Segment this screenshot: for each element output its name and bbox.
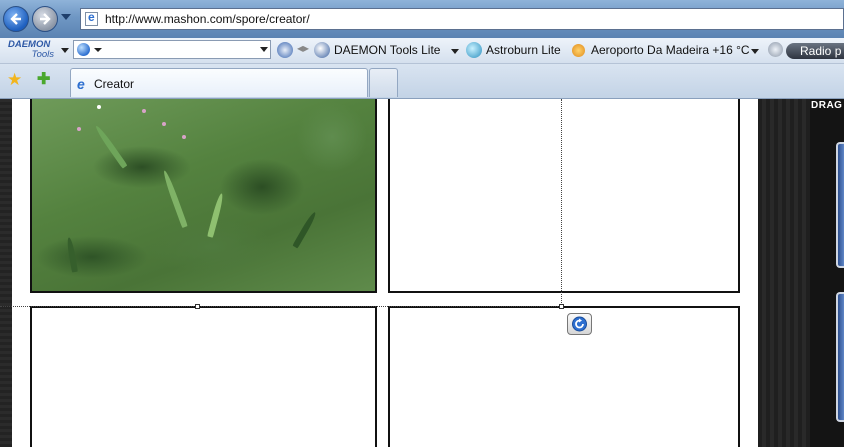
- tab-creator[interactable]: e Creator: [70, 68, 368, 97]
- forward-button[interactable]: [32, 6, 58, 32]
- daemon-lightning-icon[interactable]: [314, 42, 330, 58]
- rotate-button[interactable]: [567, 313, 592, 335]
- daemon-menu-dropdown-icon[interactable]: [61, 48, 69, 53]
- comic-panel-2[interactable]: [388, 99, 740, 293]
- flower-dot: [77, 127, 81, 131]
- back-button[interactable]: [3, 6, 29, 32]
- toolbar: DAEMON Tools ◂▸ DAEMON Tools Lite Astrob…: [0, 38, 844, 64]
- weather-sun-icon[interactable]: [572, 44, 585, 57]
- drag-panel: DRAG: [810, 99, 844, 447]
- left-border-strip: [0, 99, 12, 447]
- flower-dot: [162, 122, 166, 126]
- selection-guide-horizontal: [0, 306, 560, 307]
- favorites-star-icon[interactable]: ★: [7, 71, 22, 88]
- add-favorites-icon[interactable]: ✚: [37, 71, 50, 88]
- address-field[interactable]: http://www.mashon.com/spore/creator/: [80, 8, 844, 30]
- radio-button[interactable]: Radio p: [786, 43, 844, 59]
- comic-panel-4[interactable]: [388, 306, 740, 447]
- weather-button[interactable]: Aeroporto Da Madeira +16 °C: [591, 43, 750, 57]
- rotate-icon: [572, 316, 587, 332]
- comic-panel-3[interactable]: [30, 306, 377, 447]
- resize-handle[interactable]: [559, 304, 564, 309]
- selection-guide-vertical: [561, 99, 562, 307]
- grass-scene-image: [32, 99, 375, 291]
- page-icon: [85, 10, 98, 26]
- ie-page-icon: e: [77, 76, 85, 92]
- daemon-tools-lite-button[interactable]: DAEMON Tools Lite: [334, 43, 440, 57]
- address-url: http://www.mashon.com/spore/creator/: [105, 12, 310, 26]
- new-tab-button[interactable]: [369, 68, 398, 97]
- address-bar-row: http://www.mashon.com/spore/creator/: [0, 0, 844, 38]
- right-border-strip: [758, 99, 810, 447]
- flower-dot: [182, 135, 186, 139]
- daemon-logo-line2: Tools: [31, 49, 54, 60]
- flower-dot: [142, 109, 146, 113]
- globe-icon: [77, 43, 90, 56]
- flower-dot: [97, 105, 101, 109]
- search-history-dropdown-icon[interactable]: [260, 47, 268, 52]
- weather-dropdown-icon[interactable]: [751, 49, 759, 54]
- draggable-thumbnail[interactable]: [836, 142, 844, 268]
- astroburn-lite-button[interactable]: Astroburn Lite: [486, 43, 561, 57]
- daemon-tools-dropdown-icon[interactable]: [451, 49, 459, 54]
- tab-title: Creator: [94, 77, 135, 91]
- arrow-right-icon: [40, 13, 51, 25]
- search-go-icon[interactable]: [277, 42, 293, 58]
- play-icon[interactable]: [768, 42, 783, 57]
- toolbar-search-input[interactable]: [73, 40, 271, 59]
- drag-label: DRAG: [811, 100, 843, 111]
- separator-arrows-icon: ◂▸: [297, 41, 310, 55]
- recent-pages-dropdown[interactable]: [61, 14, 71, 20]
- comic-panel-1[interactable]: [30, 99, 377, 293]
- resize-handle[interactable]: [195, 304, 200, 309]
- search-engine-dropdown-icon[interactable]: [94, 48, 102, 52]
- tab-bar: ★ ✚ e Creator: [0, 64, 844, 99]
- page-content: DRAG: [0, 99, 844, 447]
- draggable-thumbnail[interactable]: [836, 292, 844, 422]
- astroburn-flame-icon[interactable]: [466, 42, 482, 58]
- daemon-tools-logo[interactable]: DAEMON Tools: [8, 40, 58, 61]
- arrow-left-icon: [10, 13, 21, 25]
